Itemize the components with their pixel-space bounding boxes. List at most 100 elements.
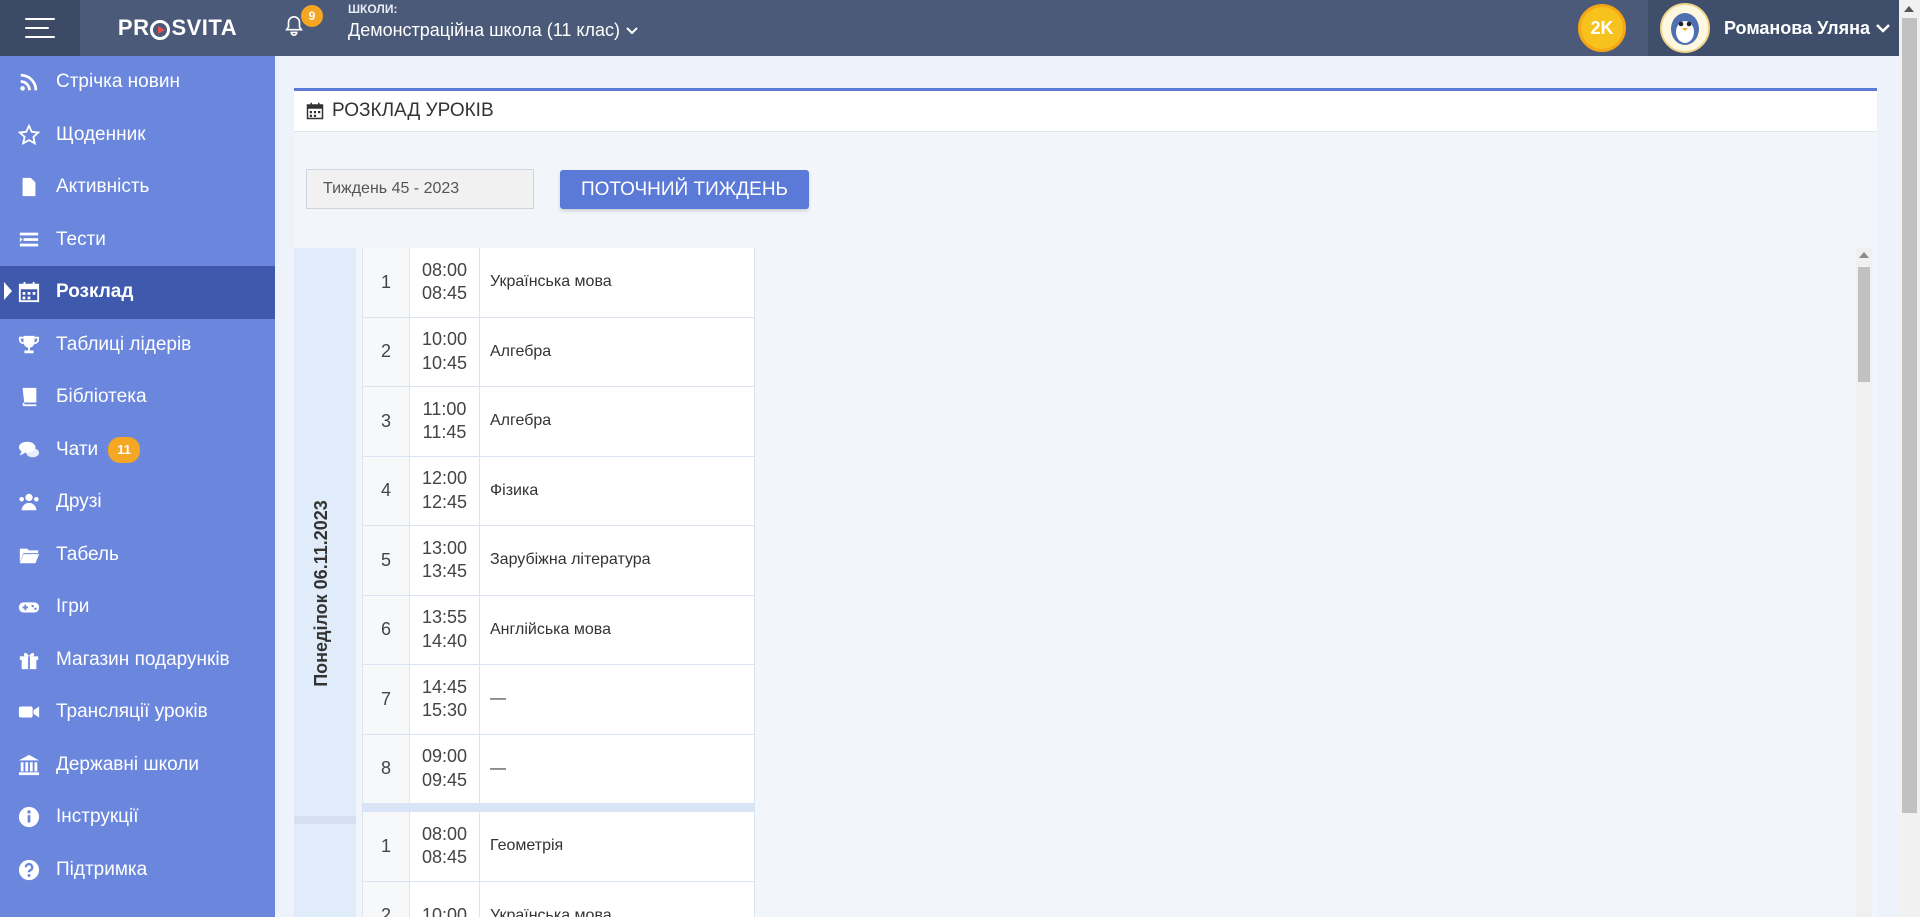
file-icon bbox=[16, 175, 42, 199]
sidebar-item-instructions[interactable]: Інструкції bbox=[0, 791, 275, 844]
panel-header: РОЗКЛАД УРОКІВ bbox=[294, 91, 1877, 132]
table-row[interactable]: 6 13:55 14:40 Англійська мова bbox=[362, 595, 755, 665]
hamburger-icon bbox=[25, 18, 55, 38]
users-icon bbox=[16, 490, 42, 514]
info-icon bbox=[16, 805, 42, 829]
star-icon bbox=[16, 123, 42, 147]
sidebar-item-report-card[interactable]: Табель bbox=[0, 529, 275, 582]
scroll-up-arrow-icon[interactable] bbox=[1904, 6, 1914, 12]
lesson-subject: Алгебра bbox=[480, 387, 755, 456]
table-row[interactable]: 1 08:00 08:45 Геометрія bbox=[362, 812, 755, 882]
notifications-badge: 9 bbox=[301, 5, 323, 27]
sidebar-item-gift-shop[interactable]: Магазин подарунків bbox=[0, 634, 275, 687]
lesson-end: 08:45 bbox=[421, 283, 468, 304]
lesson-number: 6 bbox=[363, 595, 410, 664]
page-scrollbar[interactable] bbox=[1899, 0, 1920, 917]
sidebar-item-lesson-broadcasts[interactable]: Трансляції уроків bbox=[0, 686, 275, 739]
scrollbar-thumb[interactable] bbox=[1902, 18, 1917, 813]
lesson-number: 3 bbox=[363, 387, 410, 456]
gamepad-icon bbox=[16, 595, 42, 619]
sidebar-item-friends[interactable]: Друзі bbox=[0, 476, 275, 529]
day-label: Понеділок 06.11.2023 bbox=[296, 469, 346, 717]
table-row[interactable]: 2 10:00 10:45 Алгебра bbox=[362, 317, 755, 387]
table-row[interactable]: 8 09:00 09:45 — bbox=[362, 734, 755, 804]
prosvita-logo[interactable]: PR SVITA bbox=[80, 0, 275, 56]
sidebar-item-label: Активність bbox=[56, 176, 150, 198]
rss-icon bbox=[16, 70, 42, 94]
lesson-time: 08:00 08:45 bbox=[410, 248, 480, 317]
school-name: Демонстраційна школа (11 клас) bbox=[348, 20, 621, 40]
schools-label: ШКОЛИ: bbox=[348, 2, 398, 16]
chats-badge: 11 bbox=[108, 436, 141, 463]
sidebar-item-label: Інструкції bbox=[56, 806, 139, 828]
table-row[interactable]: 4 12:00 12:45 Фізика bbox=[362, 456, 755, 526]
lesson-subject: — bbox=[480, 734, 755, 803]
sidebar-item-label: Щоденник bbox=[56, 123, 146, 145]
table-row[interactable]: 1 08:00 08:45 Українська мова bbox=[362, 248, 755, 318]
video-icon bbox=[16, 700, 42, 724]
lesson-number: 5 bbox=[363, 526, 410, 595]
sidebar-item-news[interactable]: Стрічка новин bbox=[0, 56, 275, 109]
day-separator bbox=[294, 816, 356, 824]
schedule-table: 1 08:00 08:45 Українська мова 2 10:00 10:4… bbox=[362, 248, 755, 917]
sidebar-item-tests[interactable]: Тести bbox=[0, 214, 275, 267]
day-label-text: Понеділок 06.11.2023 bbox=[310, 499, 331, 687]
menu-toggle-button[interactable] bbox=[0, 0, 80, 56]
school-dropdown[interactable]: Демонстраційна школа (11 клас) bbox=[348, 20, 638, 41]
school-selector[interactable]: ШКОЛИ: Демонстраційна школа (11 клас) bbox=[348, 2, 638, 41]
sidebar-item-label: Табель bbox=[56, 543, 119, 565]
table-row[interactable]: 7 14:45 15:30 — bbox=[362, 665, 755, 735]
schedule-scrollbar[interactable] bbox=[1856, 248, 1872, 917]
scrollbar-thumb[interactable] bbox=[1858, 267, 1870, 382]
chevron-down-icon bbox=[626, 26, 638, 34]
week-picker-input[interactable]: Тиждень 45 - 2023 bbox=[306, 169, 534, 209]
scroll-up-arrow-icon[interactable] bbox=[1859, 252, 1869, 258]
lesson-end: 08:45 bbox=[421, 847, 468, 868]
gift-icon bbox=[16, 648, 42, 672]
lesson-start: 08:00 bbox=[421, 259, 468, 280]
user-menu[interactable]: Романова Уляна bbox=[1648, 0, 1899, 56]
lesson-time: 13:00 13:45 bbox=[410, 526, 480, 595]
sidebar-item-label: Стрічка новин bbox=[56, 71, 180, 93]
lesson-time: 09:00 09:45 bbox=[410, 734, 480, 803]
institution-icon bbox=[16, 753, 42, 777]
sidebar-item-leaderboards[interactable]: Таблиці лідерів bbox=[0, 319, 275, 372]
notifications-button[interactable]: 9 bbox=[283, 5, 323, 44]
user-name: Романова Уляна bbox=[1724, 17, 1870, 38]
lesson-time: 11:00 11:45 bbox=[410, 387, 480, 456]
lesson-number: 1 bbox=[363, 248, 410, 317]
lesson-subject: Англійська мова bbox=[480, 595, 755, 664]
sidebar-item-diary[interactable]: Щоденник bbox=[0, 109, 275, 162]
lesson-end: 09:45 bbox=[421, 769, 468, 790]
lesson-subject: Алгебра bbox=[480, 317, 755, 386]
lesson-number: 1 bbox=[363, 812, 410, 881]
lesson-subject: Зарубіжна література bbox=[480, 526, 755, 595]
sidebar-item-label: Чати bbox=[56, 438, 99, 460]
table-row[interactable]: 5 13:00 13:45 Зарубіжна література bbox=[362, 526, 755, 596]
sidebar-item-label: Ігри bbox=[56, 596, 90, 618]
sidebar-item-label: Трансляції уроків bbox=[56, 701, 208, 723]
lesson-start: 13:00 bbox=[421, 537, 468, 558]
table-row[interactable]: 3 11:00 11:45 Алгебра bbox=[362, 387, 755, 457]
lesson-subject: Українська мова bbox=[480, 248, 755, 317]
sidebar-item-schedule[interactable]: Розклад bbox=[0, 266, 275, 319]
lesson-time: 10:00 10:45 bbox=[410, 317, 480, 386]
lesson-number: 2 bbox=[363, 317, 410, 386]
lesson-end: 14:40 bbox=[421, 630, 468, 651]
top-bar: PR SVITA 9 ШКОЛИ: Демонстраційна школа (1… bbox=[0, 0, 1899, 56]
sidebar-item-state-schools[interactable]: Державні школи bbox=[0, 739, 275, 792]
chat-icon bbox=[16, 438, 42, 462]
calendar-icon bbox=[16, 280, 42, 304]
sidebar-item-games[interactable]: Ігри bbox=[0, 581, 275, 634]
coins-badge[interactable]: 2K bbox=[1578, 4, 1626, 52]
table-row[interactable]: 2 10:00 Українська мова bbox=[362, 881, 755, 917]
lesson-number: 2 bbox=[363, 881, 410, 917]
sidebar-item-support[interactable]: Підтримка bbox=[0, 844, 275, 897]
sidebar-item-chats[interactable]: Чати 11 bbox=[0, 424, 275, 477]
avatar bbox=[1660, 3, 1710, 53]
sidebar-item-activity[interactable]: Активність bbox=[0, 161, 275, 214]
sidebar-item-library[interactable]: Бібліотека bbox=[0, 371, 275, 424]
lesson-start: 14:45 bbox=[421, 676, 468, 697]
current-week-button[interactable]: ПОТОЧНИЙ ТИЖДЕНЬ bbox=[560, 170, 809, 209]
sidebar-item-label: Тести bbox=[56, 228, 106, 250]
